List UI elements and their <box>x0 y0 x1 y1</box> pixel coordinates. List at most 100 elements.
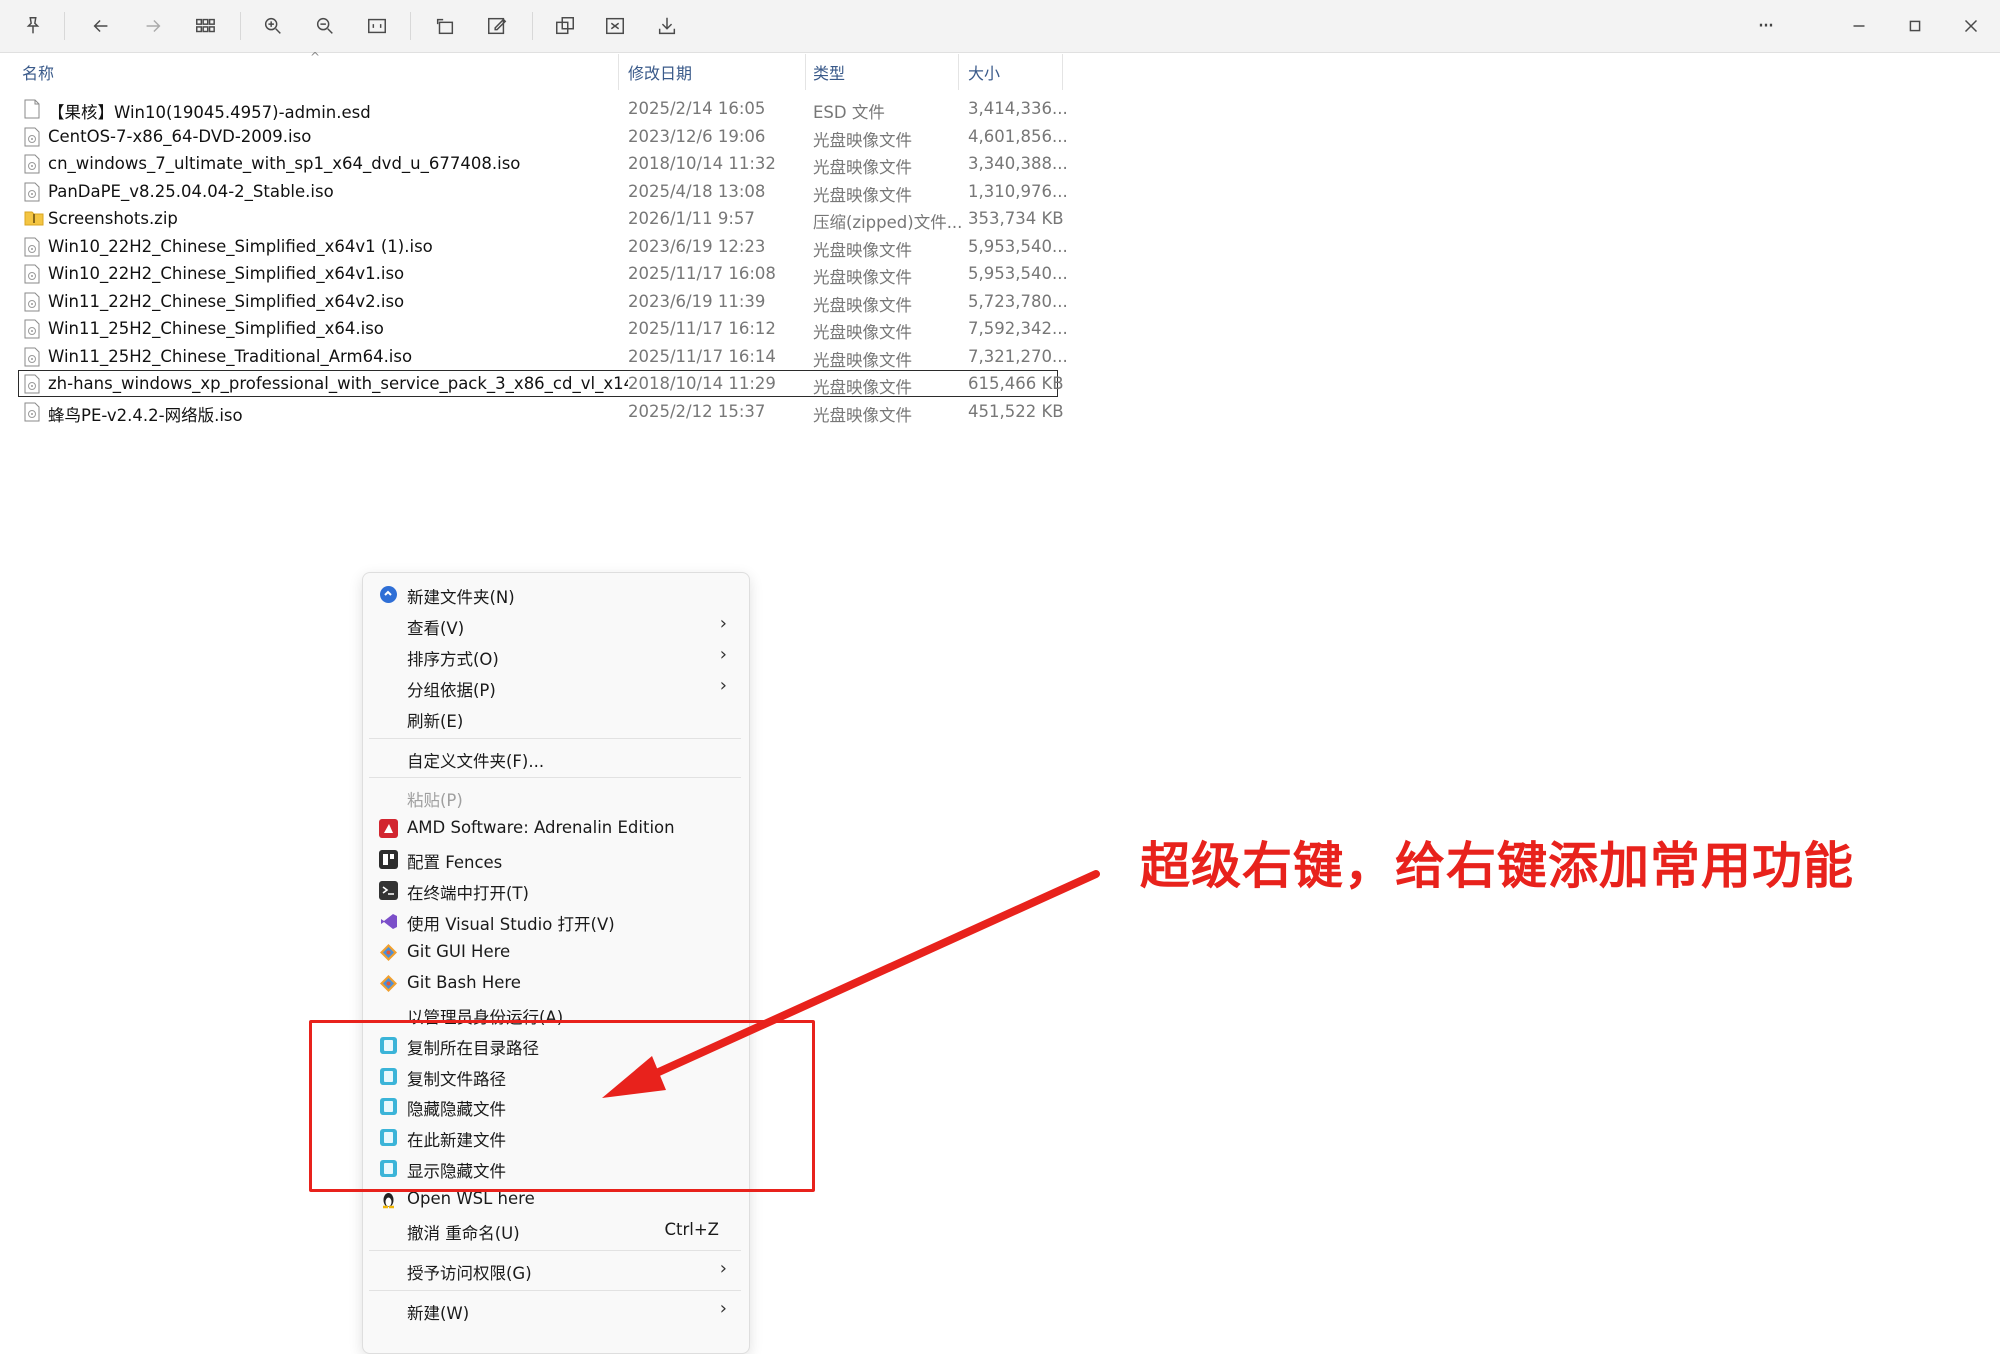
file-size: 7,592,342... <box>968 319 1068 338</box>
column-name[interactable]: 名称 <box>22 58 54 86</box>
menu-item-label: AMD Software: Adrenalin Edition <box>407 818 675 838</box>
context-menu-item[interactable]: 刷新(E) <box>369 703 741 733</box>
amd-icon <box>379 819 398 839</box>
context-menu-item[interactable]: Git GUI Here <box>369 937 741 967</box>
new-folder-icon <box>379 585 398 604</box>
context-menu-item[interactable]: 查看(V) › <box>369 610 741 640</box>
file-row[interactable]: Win11_25H2_Chinese_Simplified_x64.iso 202… <box>18 315 1068 342</box>
grid-view-icon[interactable] <box>188 10 222 42</box>
file-date: 2018/10/14 11:29 <box>628 374 776 393</box>
zoom-out-icon[interactable] <box>308 10 342 42</box>
column-type[interactable]: 类型 <box>813 58 845 86</box>
file-type: ESD 文件 <box>813 103 885 122</box>
context-menu-item[interactable]: 在终端中打开(T) <box>369 875 741 905</box>
fit-icon[interactable] <box>598 10 632 42</box>
menu-shortcut: Ctrl+Z <box>664 1220 720 1239</box>
context-menu-item[interactable]: 分组依据(P) › <box>369 672 741 702</box>
menu-item-label: 新建文件夹(N) <box>407 588 515 607</box>
file-row[interactable]: Win10_22H2_Chinese_Simplified_x64v1.iso 2… <box>18 260 1068 287</box>
git-bash-icon <box>379 974 398 993</box>
save-icon[interactable] <box>650 10 684 42</box>
file-name: CentOS-7-x86_64-DVD-2009.iso <box>48 126 312 146</box>
file-size: 451,522 KB <box>968 401 1064 421</box>
menu-item-label: 配置 Fences <box>407 853 503 873</box>
disc-image-file-icon <box>24 154 40 174</box>
zoom-in-icon[interactable] <box>256 10 290 42</box>
rotate-icon[interactable] <box>428 10 462 42</box>
file-size: 5,723,780... <box>968 291 1068 311</box>
disc-image-file-icon <box>24 374 40 394</box>
disc-image-file-icon <box>24 347 40 367</box>
context-menu-item[interactable]: 自定义文件夹(F)... <box>369 743 741 773</box>
file-row[interactable]: zh-hans_windows_xp_professional_with_ser… <box>18 370 1064 397</box>
more-options-icon[interactable]: ··· <box>1748 10 1782 42</box>
file-row[interactable]: CentOS-7-x86_64-DVD-2009.iso 2023/12/6 19… <box>18 123 1068 150</box>
context-menu-item[interactable]: AMD Software: Adrenalin Edition <box>369 813 741 843</box>
column-date[interactable]: 修改日期 <box>628 58 692 86</box>
menu-item-label: 授予访问权限(G) <box>407 1263 532 1283</box>
menu-item-label: 撤消 重命名(U) <box>407 1224 520 1243</box>
menu-separator <box>369 737 741 739</box>
maximize-icon[interactable] <box>1898 10 1932 42</box>
menu-item-label: Git GUI Here <box>407 941 511 961</box>
copy-icon[interactable] <box>548 10 582 42</box>
file-type: 光盘映像文件 <box>813 185 912 205</box>
disc-image-file-icon <box>24 237 40 257</box>
edit-icon[interactable] <box>480 10 514 42</box>
file-row[interactable]: 【果核】Win10(19045.4957)-admin.esd 2025/2/14… <box>18 95 1068 122</box>
actual-size-icon[interactable] <box>360 10 394 42</box>
file-date: 2025/2/12 15:37 <box>628 401 766 421</box>
close-icon[interactable] <box>1954 10 1988 42</box>
minimize-icon[interactable] <box>1842 10 1876 42</box>
menu-item-label: 刷新(E) <box>407 711 464 731</box>
file-row[interactable]: 蜂鸟PE-v2.4.2-网络版.iso 2025/2/12 15:37 光盘映像文件… <box>18 398 1064 425</box>
disc-image-file-icon <box>24 182 40 202</box>
chevron-right-icon: › <box>719 643 727 665</box>
file-row[interactable]: PanDaPE_v8.25.04.04-2_Stable.iso 2025/4/1… <box>18 178 1068 205</box>
viewer-toolbar: ··· <box>0 0 2000 53</box>
context-menu-item[interactable]: 授予访问权限(G) › <box>369 1255 741 1285</box>
file-row[interactable]: cn_windows_7_ultimate_with_sp1_x64_dvd_u… <box>18 150 1068 177</box>
context-menu-item[interactable]: 配置 Fences <box>369 844 741 874</box>
file-row[interactable]: Win11_22H2_Chinese_Simplified_x64v2.iso 2… <box>18 288 1068 315</box>
back-icon[interactable] <box>84 10 118 42</box>
pin-icon[interactable] <box>16 10 50 42</box>
column-size[interactable]: 大小 <box>968 58 1000 86</box>
chevron-right-icon: › <box>719 1297 727 1319</box>
annotation-callout: 超级右键，给右键添加常用功能 <box>1140 837 1854 895</box>
disc-image-file-icon <box>24 292 40 312</box>
file-row[interactable]: Win10_22H2_Chinese_Simplified_x64v1 (1).… <box>18 233 1068 260</box>
linux-penguin-icon <box>379 1190 398 1209</box>
context-menu-item[interactable]: 撤消 重命名(U) Ctrl+Z <box>369 1215 741 1245</box>
file-size: 4,601,856... <box>968 126 1068 146</box>
menu-item-label: Git Bash Here <box>407 972 521 992</box>
disc-image-file-icon <box>24 402 40 422</box>
chevron-right-icon: › <box>719 674 727 696</box>
file-name: cn_windows_7_ultimate_with_sp1_x64_dvd_u… <box>48 154 521 173</box>
disc-image-file-icon <box>24 319 40 339</box>
file-date: 2023/6/19 11:39 <box>628 291 766 311</box>
menu-item-label: 排序方式(O) <box>407 649 499 669</box>
chevron-right-icon: › <box>719 612 727 634</box>
context-menu-item[interactable]: 排序方式(O) › <box>369 641 741 671</box>
file-date: 2023/6/19 12:23 <box>628 236 766 256</box>
context-menu-item[interactable]: 新建(W) › <box>369 1295 741 1325</box>
context-menu-item: 粘贴(P) <box>369 782 741 812</box>
zip-folder-icon <box>24 209 44 229</box>
menu-item-label: 自定义文件夹(F)... <box>407 751 545 771</box>
terminal-icon <box>379 881 398 901</box>
context-menu-item[interactable]: Git Bash Here <box>369 968 741 998</box>
menu-item-label: 查看(V) <box>407 618 465 638</box>
context-menu-item[interactable]: 使用 Visual Studio 打开(V) <box>369 906 741 936</box>
forward-icon[interactable] <box>136 10 170 42</box>
file-row[interactable]: Win11_25H2_Chinese_Traditional_Arm64.iso… <box>18 343 1068 370</box>
file-row[interactable]: Screenshots.zip 2026/1/11 9:57 压缩(zipped)文… <box>18 205 1064 232</box>
disc-image-file-icon <box>24 127 40 147</box>
file-date: 2025/11/17 16:14 <box>628 346 776 366</box>
file-type: 光盘映像文件 <box>813 295 912 315</box>
file-date: 2025/4/18 13:08 <box>628 181 766 201</box>
file-date: 2026/1/11 9:57 <box>628 209 755 228</box>
file-date: 2025/2/14 16:05 <box>628 99 766 118</box>
context-menu-item[interactable]: 新建文件夹(N) <box>369 579 741 609</box>
file-date: 2023/12/6 19:06 <box>628 126 766 146</box>
